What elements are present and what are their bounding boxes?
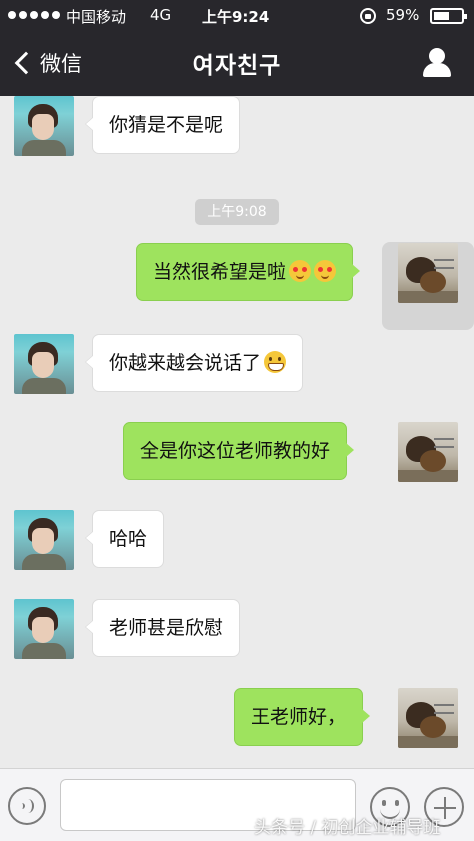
message-bubble[interactable]: 你越来越会说话了 (84, 334, 304, 392)
signal-strength-icon (8, 11, 60, 19)
chat-area[interactable]: 你猜是不是呢 上午9:08 当然很希望是啦 你越来越会说话了 全是你这位老师教的… (0, 96, 474, 768)
friend-avatar[interactable] (14, 599, 74, 659)
person-icon (429, 48, 445, 64)
message-text: 你猜是不是呢 (109, 114, 224, 136)
heart-eyes-emoji-icon (289, 260, 312, 282)
battery-percent: 59% (386, 6, 420, 24)
my-avatar[interactable] (398, 422, 458, 482)
chat-title: 여자친구 (192, 53, 282, 79)
rotation-lock-icon (360, 8, 376, 24)
network-type: 4G (150, 6, 172, 24)
grin-emoji-icon (264, 351, 287, 373)
message-text: 哈哈 (109, 528, 148, 550)
chat-info-button[interactable] (420, 46, 454, 80)
battery-icon (430, 8, 467, 24)
watermark-text: 头条号 / 初创企业辅导班 (254, 818, 441, 838)
message-text: 老师甚是欣慰 (109, 617, 224, 639)
friend-avatar[interactable] (14, 510, 74, 570)
nav-bar: 微信 여자친구 (0, 30, 474, 96)
voice-icon[interactable] (8, 787, 46, 825)
message-bubble[interactable]: 哈哈 (84, 510, 165, 568)
timestamp-chip: 上午9:08 (195, 199, 279, 225)
my-avatar[interactable] (398, 243, 458, 303)
friend-avatar[interactable] (14, 96, 74, 156)
top-bar: 中国移动 4G 上午9:24 59% 微信 여자친구 (0, 0, 474, 96)
status-time: 上午9:24 (202, 8, 270, 26)
message-text: 全是你这位老师教的好 (140, 440, 331, 462)
status-bar: 中国移动 4G 上午9:24 59% (0, 0, 474, 30)
carrier-name: 中国移动 (66, 8, 127, 26)
heart-eyes-emoji-icon (314, 260, 337, 282)
message-bubble[interactable]: 王老师好， (234, 688, 371, 746)
message-bubble[interactable]: 当然很希望是啦 (136, 243, 361, 301)
message-text: 当然很希望是啦 (153, 261, 287, 283)
message-text: 你越来越会说话了 (109, 352, 262, 374)
message-bubble[interactable]: 你猜是不是呢 (84, 96, 241, 154)
message-text: 王老师好， (251, 706, 347, 728)
message-bubble[interactable]: 老师甚是欣慰 (84, 599, 241, 657)
message-bubble[interactable]: 全是你这位老师教的好 (123, 422, 355, 480)
friend-avatar[interactable] (14, 334, 74, 394)
my-avatar[interactable] (398, 688, 458, 748)
battery-level-fill (434, 12, 449, 20)
